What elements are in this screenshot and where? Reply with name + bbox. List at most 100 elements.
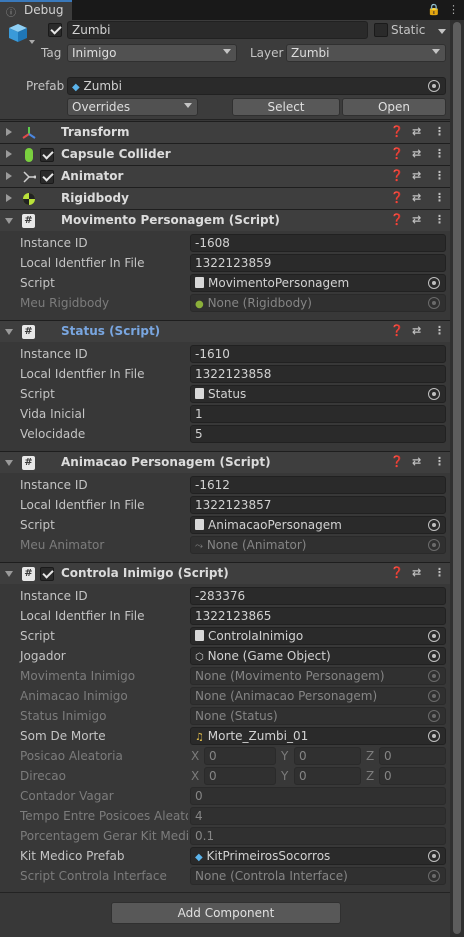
- context-menu-icon[interactable]: ⋮: [434, 213, 445, 226]
- local-identifier-field[interactable]: 1322123865: [190, 607, 446, 625]
- help-icon[interactable]: ❓: [390, 169, 404, 182]
- local-identifier-field[interactable]: 1322123857: [190, 496, 446, 514]
- help-icon[interactable]: ❓: [390, 566, 404, 579]
- object-picker-icon[interactable]: [428, 730, 440, 742]
- kit-medico-prefab-field[interactable]: ◆ KitPrimeirosSocorros: [190, 847, 446, 865]
- component-status[interactable]: # Status (Script) ❓ ⇄ ⋮: [0, 320, 464, 342]
- field-value: None (Controla Interface): [195, 869, 348, 883]
- select-button[interactable]: Select: [232, 98, 340, 116]
- instance-id-field[interactable]: -1612: [190, 476, 446, 494]
- object-picker-icon[interactable]: [428, 850, 440, 862]
- transform-icon: [22, 127, 36, 139]
- help-icon[interactable]: ❓: [390, 125, 404, 138]
- presets-icon[interactable]: ⇄: [412, 169, 421, 182]
- help-icon[interactable]: ❓: [390, 213, 404, 226]
- fold-arrow-icon[interactable]: [6, 194, 12, 202]
- field-label: Porcentagem Gerar Kit Medic: [20, 829, 188, 843]
- instance-id-field[interactable]: -1610: [190, 345, 446, 363]
- component-enabled-checkbox[interactable]: [40, 567, 54, 581]
- object-picker-icon[interactable]: [428, 80, 440, 92]
- active-checkbox[interactable]: [48, 23, 62, 37]
- overrides-dropdown[interactable]: Overrides: [67, 98, 198, 116]
- field-value: -283376: [195, 589, 246, 603]
- fold-arrow-icon[interactable]: [6, 150, 12, 158]
- velocidade-field[interactable]: 5: [190, 425, 446, 443]
- fold-arrow-icon[interactable]: [5, 218, 13, 224]
- object-picker-icon[interactable]: [428, 630, 440, 642]
- local-identifier-field[interactable]: 1322123858: [190, 365, 446, 383]
- chevron-down-icon: [184, 103, 192, 108]
- static-dropdown-arrow[interactable]: [438, 29, 446, 34]
- component-animator[interactable]: Animator ❓ ⇄ ⋮: [0, 165, 464, 187]
- jogador-field[interactable]: ⬡ None (Game Object): [190, 647, 446, 665]
- open-button[interactable]: Open: [342, 98, 446, 116]
- tag-dropdown[interactable]: Inimigo: [67, 44, 237, 62]
- presets-icon[interactable]: ⇄: [412, 191, 421, 204]
- animacao-inimigo-field: None (Animacao Personagem): [190, 687, 446, 705]
- presets-icon[interactable]: ⇄: [412, 125, 421, 138]
- som-de-morte-field[interactable]: ♫ Morte_Zumbi_01: [190, 727, 446, 745]
- instance-id-field[interactable]: -1608: [190, 234, 446, 252]
- component-controla-inimigo[interactable]: # Controla Inimigo (Script) ❓ ⇄ ⋮: [0, 562, 464, 584]
- z-label: Z: [366, 749, 375, 763]
- presets-icon[interactable]: ⇄: [412, 566, 421, 579]
- object-picker-icon[interactable]: [428, 650, 440, 662]
- overrides-label: Overrides: [72, 100, 131, 114]
- movimenta-inimigo-field: None (Movimento Personagem): [190, 667, 446, 685]
- context-menu-icon[interactable]: ⋮: [434, 169, 445, 182]
- component-movimento-personagem[interactable]: # Movimento Personagem (Script) ❓ ⇄ ⋮: [0, 209, 464, 231]
- component-animacao-personagem[interactable]: # Animacao Personagem (Script) ❓ ⇄ ⋮: [0, 451, 464, 473]
- help-icon[interactable]: ❓: [390, 191, 404, 204]
- scrollbar-thumb[interactable]: [453, 22, 461, 934]
- component-rigidbody[interactable]: Rigidbody ❓ ⇄ ⋮: [0, 187, 464, 209]
- menu-icon[interactable]: ⋮: [448, 3, 459, 16]
- context-menu-icon[interactable]: ⋮: [434, 125, 445, 138]
- context-menu-icon[interactable]: ⋮: [434, 147, 445, 160]
- object-picker-icon[interactable]: [428, 388, 440, 400]
- status-inimigo-field: None (Status): [190, 707, 446, 725]
- layer-dropdown[interactable]: Zumbi: [286, 44, 446, 62]
- add-component-button[interactable]: Add Component: [111, 902, 341, 924]
- fold-arrow-icon[interactable]: [5, 571, 13, 577]
- context-menu-icon[interactable]: ⋮: [434, 455, 445, 468]
- component-capsule-collider[interactable]: Capsule Collider ❓ ⇄ ⋮: [0, 143, 464, 165]
- script-field[interactable]: MovimentoPersonagem: [190, 274, 446, 292]
- icon-dropdown-arrow[interactable]: [29, 40, 35, 44]
- context-menu-icon[interactable]: ⋮: [434, 191, 445, 204]
- object-name-field[interactable]: Zumbi: [67, 21, 368, 39]
- object-picker-icon[interactable]: [428, 277, 440, 289]
- instance-id-field[interactable]: -283376: [190, 587, 446, 605]
- fold-arrow-icon[interactable]: [6, 128, 12, 136]
- vida-inicial-field[interactable]: 1: [190, 405, 446, 423]
- lock-icon[interactable]: 🔒: [427, 3, 441, 16]
- tab-debug[interactable]: ⓘ Debug: [0, 0, 72, 20]
- presets-icon[interactable]: ⇄: [412, 213, 421, 226]
- object-picker-icon[interactable]: [428, 519, 440, 531]
- component-transform[interactable]: Transform ❓ ⇄ ⋮: [0, 121, 464, 143]
- script-field[interactable]: AnimacaoPersonagem: [190, 516, 446, 534]
- direcao-x-field: 0: [204, 767, 276, 785]
- local-identifier-field[interactable]: 1322123859: [190, 254, 446, 272]
- context-menu-icon[interactable]: ⋮: [434, 566, 445, 579]
- prefab-field[interactable]: ◆ Zumbi: [67, 77, 446, 95]
- help-icon[interactable]: ❓: [390, 147, 404, 160]
- fold-arrow-icon[interactable]: [6, 172, 12, 180]
- help-icon[interactable]: ❓: [390, 324, 404, 337]
- component-enabled-checkbox[interactable]: [40, 148, 54, 162]
- presets-icon[interactable]: ⇄: [412, 147, 421, 160]
- fold-arrow-icon[interactable]: [5, 460, 13, 466]
- field-label: Instance ID: [20, 236, 88, 250]
- component-enabled-checkbox[interactable]: [40, 170, 54, 184]
- field-value: -1608: [195, 236, 230, 250]
- fold-arrow-icon[interactable]: [5, 329, 13, 335]
- presets-icon[interactable]: ⇄: [412, 455, 421, 468]
- help-icon[interactable]: ❓: [390, 455, 404, 468]
- animator-icon: ⤳: [195, 541, 203, 552]
- context-menu-icon[interactable]: ⋮: [434, 324, 445, 337]
- script-field[interactable]: Status: [190, 385, 446, 403]
- presets-icon[interactable]: ⇄: [412, 324, 421, 337]
- component-title: Animator: [61, 169, 124, 183]
- script-field[interactable]: ControlaInimigo: [190, 627, 446, 645]
- field-value: -1610: [195, 347, 230, 361]
- static-checkbox[interactable]: [374, 23, 388, 37]
